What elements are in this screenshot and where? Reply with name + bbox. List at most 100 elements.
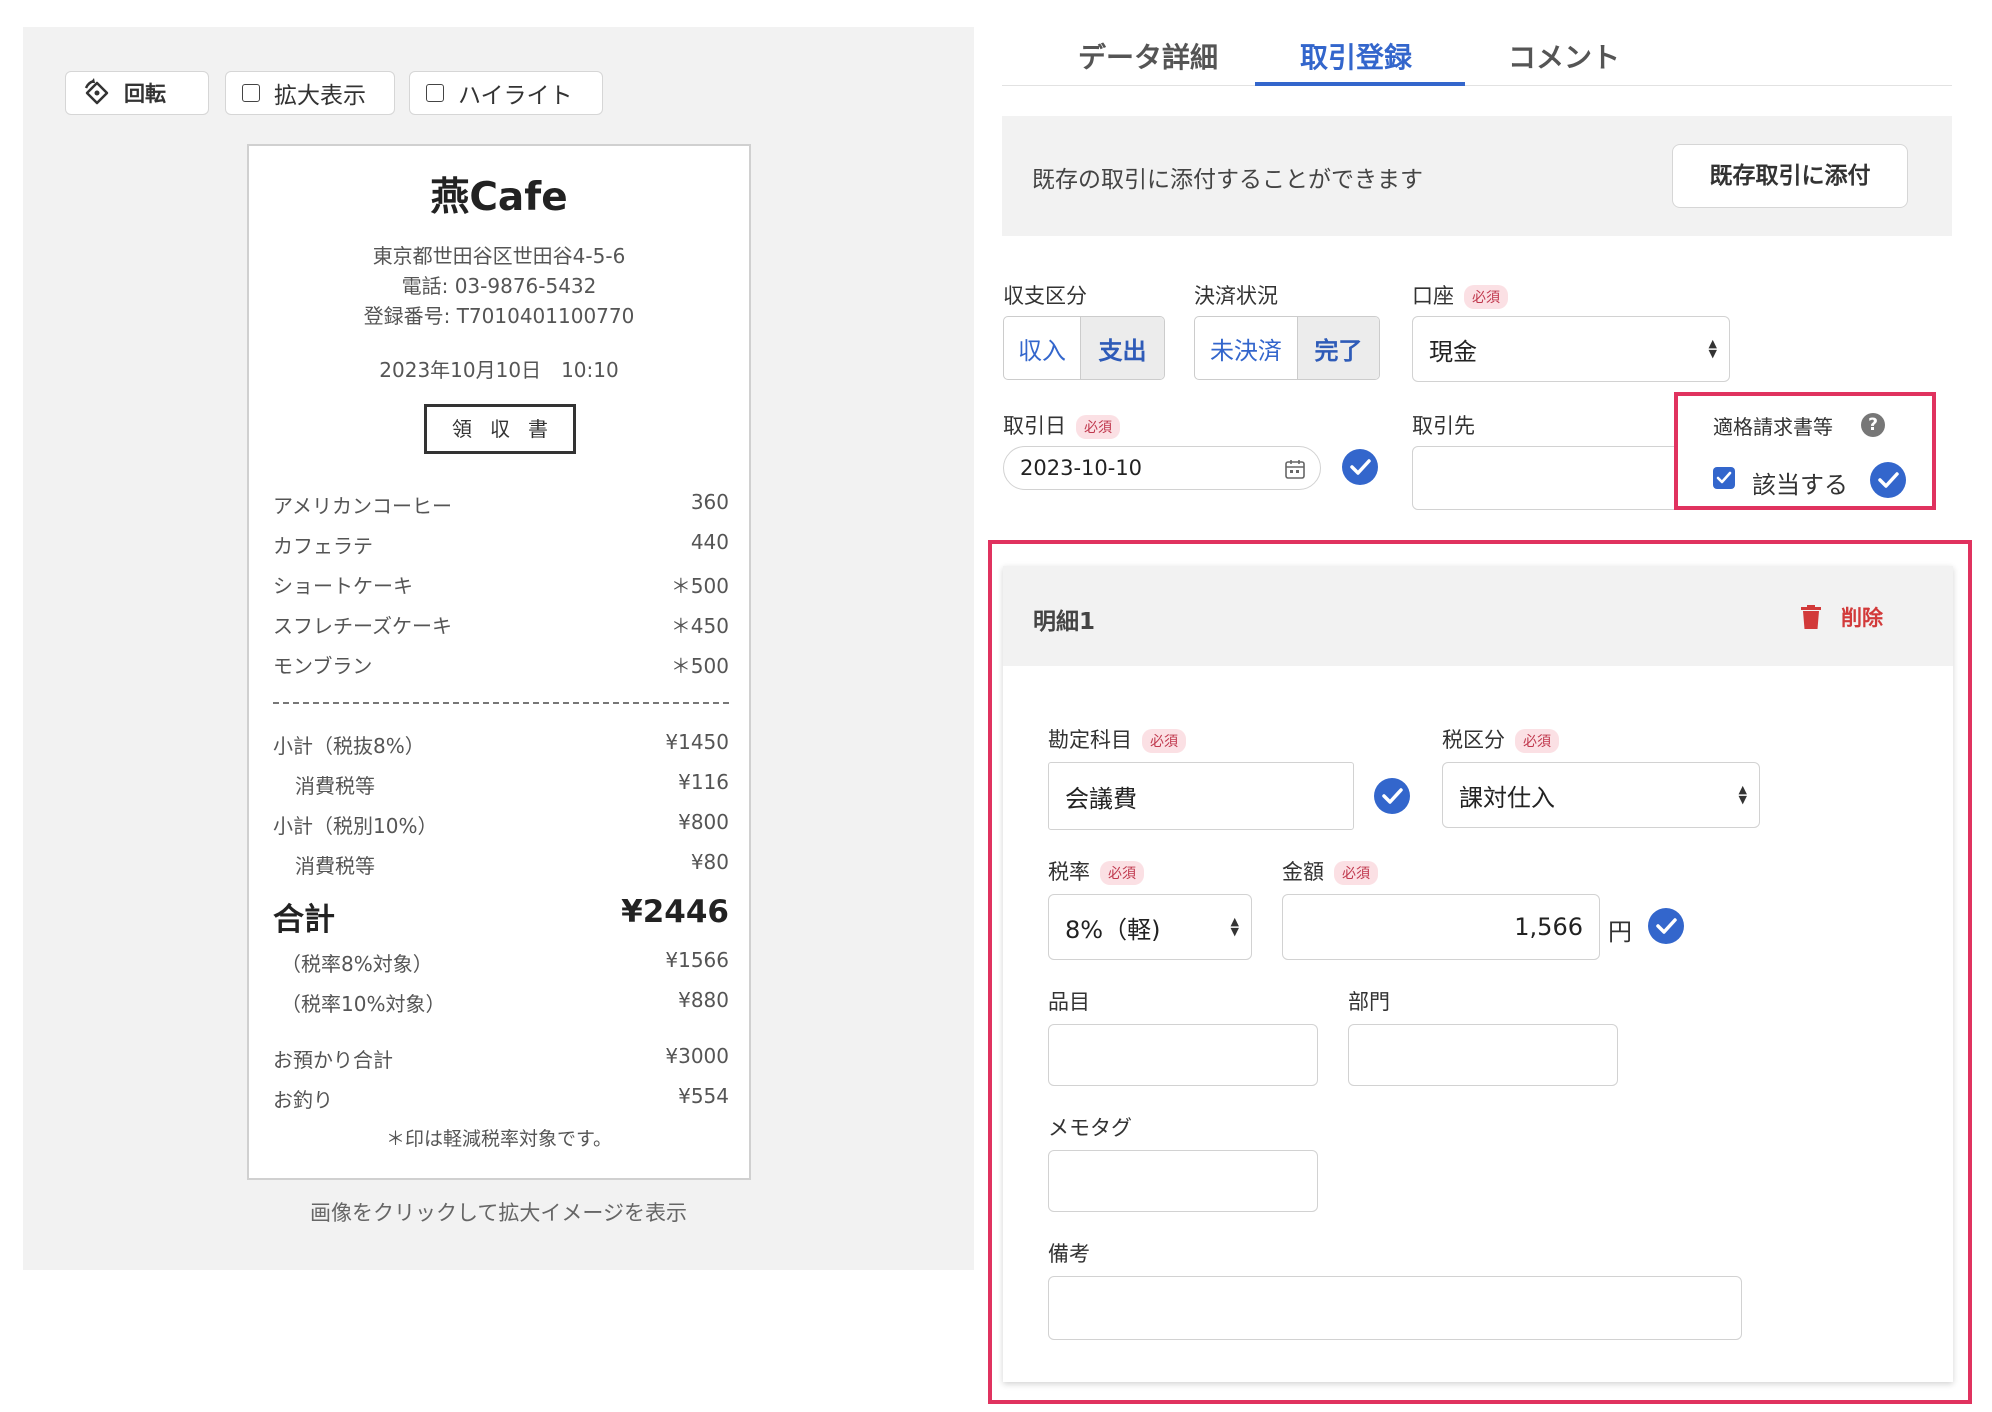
receipt-item-row: アメリカンコーヒー 360 xyxy=(273,490,729,518)
item-label: 品目 xyxy=(1048,990,1090,1014)
receipt-caption: 画像をクリックして拡大イメージを表示 xyxy=(310,1201,687,1225)
account-select[interactable]: 現金 ▲ ▼ xyxy=(1412,316,1730,382)
zoom-toggle[interactable]: 拡大表示 xyxy=(225,71,395,115)
receipt-payment-row: お預かり合計 ¥3000 xyxy=(273,1044,729,1072)
remarks-input[interactable] xyxy=(1048,1276,1742,1340)
trash-icon xyxy=(1801,605,1821,629)
receipt-total-row: 合計 ¥2446 xyxy=(273,894,729,938)
income-type-label: 収支区分 xyxy=(1003,284,1087,308)
invoice-label: 適格請求書等 xyxy=(1713,415,1833,439)
select-arrows-icon: ▲ ▼ xyxy=(1230,915,1239,938)
invoice-valid-check-icon xyxy=(1870,462,1906,498)
receipt-divider xyxy=(273,702,729,704)
required-badge: 必須 xyxy=(1142,729,1186,753)
tab-comment[interactable]: コメント xyxy=(1508,36,1620,76)
required-badge: 必須 xyxy=(1100,861,1144,885)
receipt-summary-row: 小計（税抜8%） ¥1450 xyxy=(273,730,729,758)
required-badge: 必須 xyxy=(1515,729,1559,753)
receipt-note: ＊印は軽減税率対象です。 xyxy=(385,1128,613,1150)
receipt-registration: 登録番号: T7010401100770 xyxy=(363,304,635,328)
date-valid-check-icon xyxy=(1342,449,1378,485)
receipt-viewer-panel: 回転 拡大表示 ハイライト 燕Cafe 東京都世田谷区世田谷4-5-6 電話: … xyxy=(23,27,974,1270)
expense-option[interactable]: 支出 xyxy=(1081,317,1164,379)
settled-option[interactable]: 完了 xyxy=(1297,317,1379,379)
account-item-value: 会議費 xyxy=(1065,784,1137,813)
attach-text: 既存の取引に添付することができます xyxy=(1032,167,1423,193)
account-value: 現金 xyxy=(1429,337,1477,366)
tax-category-value: 課対仕入 xyxy=(1459,783,1555,812)
income-option[interactable]: 収入 xyxy=(1004,317,1082,379)
receipt-doc-title: 領収書 xyxy=(424,404,576,454)
zoom-label: 拡大表示 xyxy=(274,83,366,109)
tax-rate-select[interactable]: 8%（軽) ▲ ▼ xyxy=(1048,894,1252,960)
date-input[interactable]: 2023-10-10 xyxy=(1003,446,1321,490)
memo-tag-label: メモタグ xyxy=(1048,1116,1132,1140)
date-label: 取引日 必須 xyxy=(1003,410,1120,440)
rotate-label: 回転 xyxy=(124,82,166,106)
active-tab-indicator xyxy=(1255,82,1465,86)
department-input[interactable] xyxy=(1348,1024,1618,1086)
date-value: 2023-10-10 xyxy=(1020,456,1143,480)
select-arrows-icon: ▲ ▼ xyxy=(1708,337,1717,360)
required-badge: 必須 xyxy=(1464,285,1508,309)
amount-unit: 円 xyxy=(1608,918,1632,946)
highlight-label: ハイライト xyxy=(458,83,573,109)
calendar-icon[interactable] xyxy=(1284,458,1306,480)
receipt-phone: 電話: 03-9876-5432 xyxy=(401,274,597,298)
receipt-payment-row: お釣り ¥554 xyxy=(273,1084,729,1112)
receipt-item-row: ショートケーキ ＊500 xyxy=(273,574,729,598)
settlement-label: 決済状況 xyxy=(1194,284,1278,308)
income-type-segment: 収入 支出 xyxy=(1003,316,1165,380)
receipt-store-name: 燕Cafe xyxy=(430,175,568,220)
detail-card: 明細1 削除 xyxy=(1003,566,1953,1382)
item-input[interactable] xyxy=(1048,1024,1318,1086)
zoom-checkbox[interactable] xyxy=(242,84,260,102)
highlight-checkbox[interactable] xyxy=(426,84,444,102)
attach-banner: 既存の取引に添付することができます 既存取引に添付 xyxy=(1002,116,1952,236)
rotate-icon xyxy=(84,78,109,105)
settlement-segment: 未決済 完了 xyxy=(1194,316,1380,380)
department-label: 部門 xyxy=(1348,990,1390,1014)
checkmark-icon xyxy=(1716,471,1732,484)
required-badge: 必須 xyxy=(1334,861,1378,885)
detail-title: 明細1 xyxy=(1033,609,1096,635)
delete-detail-button[interactable]: 削除 xyxy=(1801,602,1883,632)
rotate-button[interactable]: 回転 xyxy=(65,71,209,115)
account-item-label: 勘定科目 必須 xyxy=(1048,724,1186,754)
remarks-label: 備考 xyxy=(1048,1242,1090,1266)
unsettled-option[interactable]: 未決済 xyxy=(1195,317,1298,379)
amount-value: 1,566 xyxy=(1514,913,1583,941)
receipt-tax-row: （税率10%対象） ¥880 xyxy=(281,988,729,1016)
receipt-item-row: スフレチーズケーキ ＊450 xyxy=(273,614,729,638)
tab-data-detail[interactable]: データ詳細 xyxy=(1078,36,1218,76)
amount-input[interactable]: 1,566 xyxy=(1282,894,1600,960)
tab-transaction-register[interactable]: 取引登録 xyxy=(1300,36,1412,76)
receipt-item-row: カフェラテ 440 xyxy=(273,530,729,558)
account-item-input[interactable]: 会議費 xyxy=(1048,762,1354,830)
tax-rate-label: 税率 必須 xyxy=(1048,856,1144,886)
receipt-tax-row: （税率8%対象） ¥1566 xyxy=(281,948,729,976)
receipt-image[interactable]: 燕Cafe 東京都世田谷区世田谷4-5-6 電話: 03-9876-5432 登… xyxy=(247,144,751,1180)
receipt-datetime: 2023年10月10日 10:10 xyxy=(379,358,619,382)
tab-bar: データ詳細 取引登録 コメント xyxy=(1002,30,1952,86)
tax-category-label: 税区分 必須 xyxy=(1442,724,1559,754)
invoice-checkbox[interactable] xyxy=(1713,467,1735,489)
memo-tag-input[interactable] xyxy=(1048,1150,1318,1212)
attach-existing-button[interactable]: 既存取引に添付 xyxy=(1672,144,1908,208)
detail-header: 明細1 削除 xyxy=(1003,566,1953,666)
partner-label: 取引先 xyxy=(1412,414,1475,438)
partner-input[interactable] xyxy=(1412,446,1682,510)
receipt-summary-row: 消費税等 ¥80 xyxy=(295,850,729,878)
amount-label: 金額 必須 xyxy=(1282,856,1378,886)
help-icon[interactable]: ? xyxy=(1861,413,1885,437)
required-badge: 必須 xyxy=(1076,415,1120,439)
invoice-checkbox-label[interactable]: 該当する xyxy=(1752,465,1848,500)
delete-label: 削除 xyxy=(1841,606,1883,630)
select-arrows-icon: ▲ ▼ xyxy=(1738,783,1747,806)
account-label: 口座 必須 xyxy=(1412,280,1508,310)
tax-category-select[interactable]: 課対仕入 ▲ ▼ xyxy=(1442,762,1760,828)
amount-valid-check-icon xyxy=(1648,908,1684,944)
receipt-item-row: モンブラン ＊500 xyxy=(273,654,729,678)
receipt-summary-row: 小計（税別10%） ¥800 xyxy=(273,810,729,838)
highlight-toggle[interactable]: ハイライト xyxy=(409,71,603,115)
